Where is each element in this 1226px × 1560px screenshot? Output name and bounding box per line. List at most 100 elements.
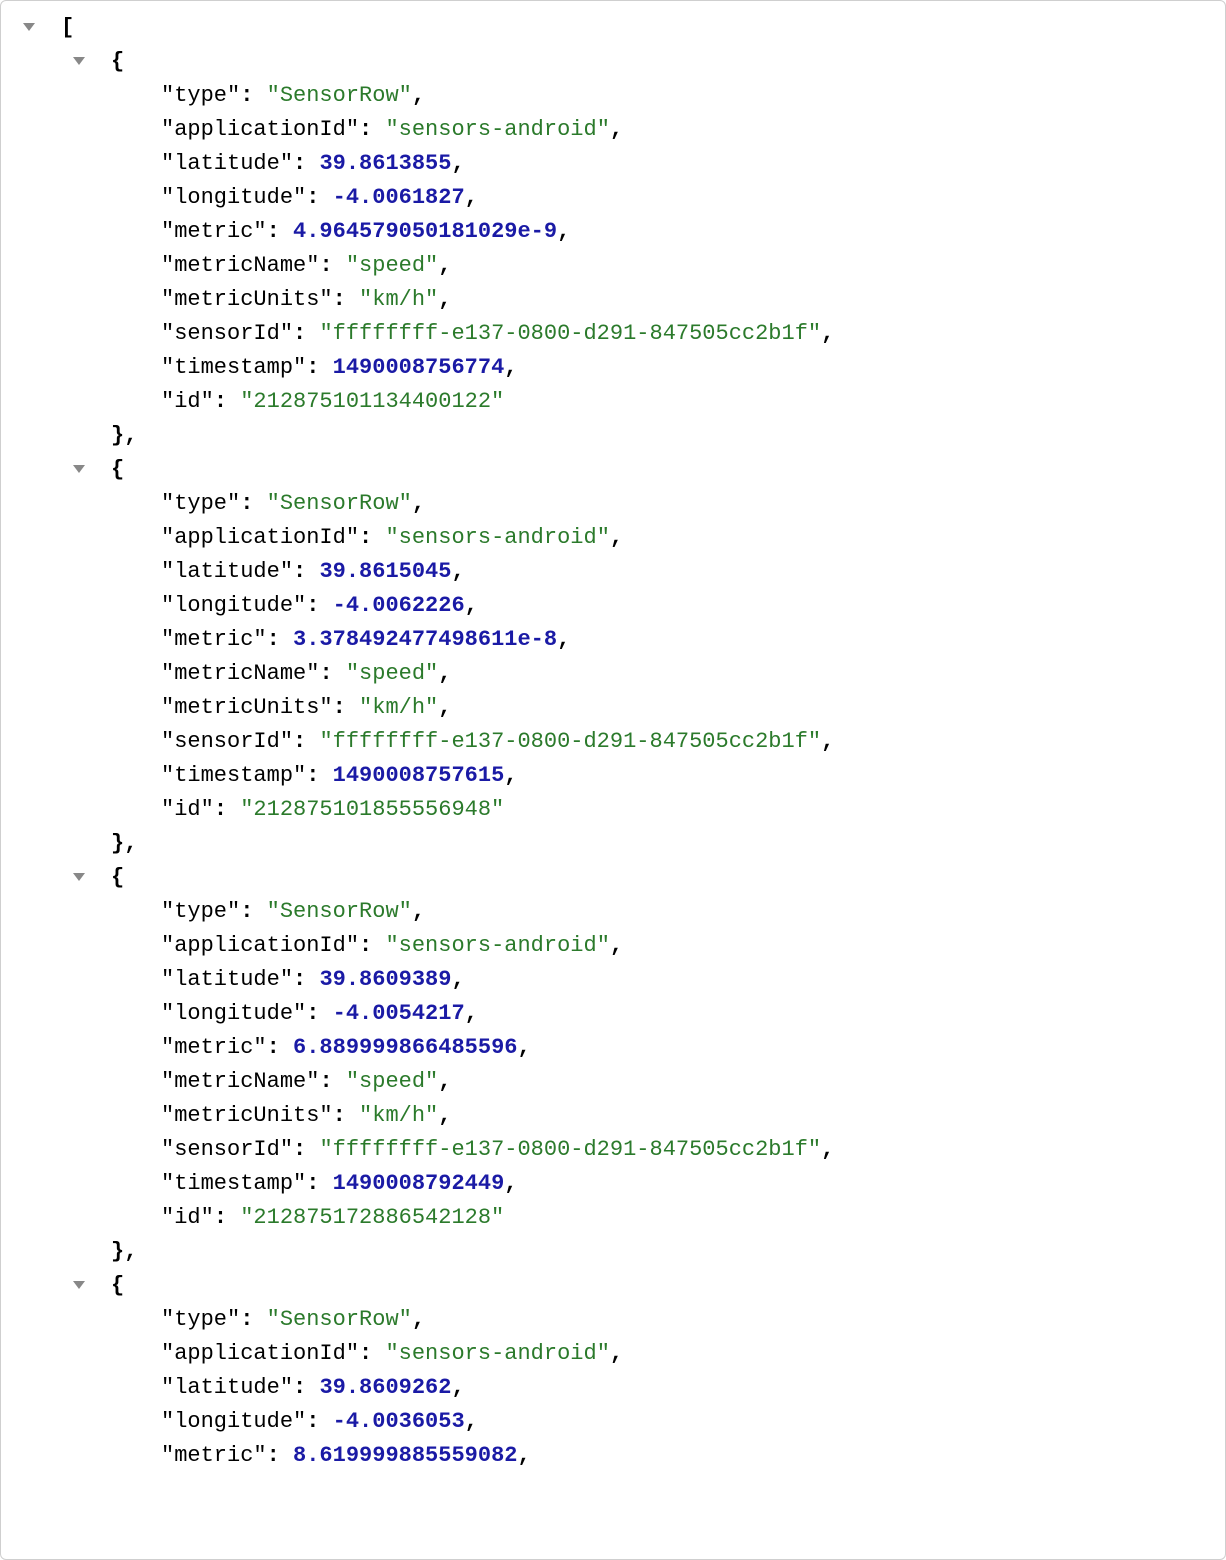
json-key: "type" <box>161 83 240 108</box>
json-sep: : <box>240 1307 266 1332</box>
json-string-value: "sensors-android" <box>385 117 609 142</box>
json-sep: : <box>293 729 319 754</box>
json-sep: : <box>333 695 359 720</box>
json-sep: , <box>438 1103 451 1128</box>
json-line: "applicationId": "sensors-android", <box>1 1337 1225 1371</box>
json-number-value: 1490008756774 <box>333 355 505 380</box>
json-sep: , <box>124 831 137 856</box>
json-sep: , <box>610 525 623 550</box>
json-key: "timestamp" <box>161 763 306 788</box>
json-sep: , <box>465 1409 478 1434</box>
json-sep: : <box>214 797 240 822</box>
json-sep: : <box>293 151 319 176</box>
json-sep: : <box>293 559 319 584</box>
json-line: }, <box>1 1235 1225 1269</box>
json-line: "longitude": -4.0062226, <box>1 589 1225 623</box>
json-sep: , <box>504 763 517 788</box>
json-sep: : <box>293 321 319 346</box>
json-line: { <box>1 861 1225 895</box>
json-string-value: "ffffffff-e137-0800-d291-847505cc2b1f" <box>319 321 821 346</box>
json-number-value: 4.964579050181029e-9 <box>293 219 557 244</box>
json-sep: : <box>293 1375 319 1400</box>
json-key: "id" <box>161 797 214 822</box>
json-line: { <box>1 45 1225 79</box>
json-key: "metricName" <box>161 253 319 278</box>
json-sep: , <box>438 287 451 312</box>
json-punct: } <box>111 423 124 448</box>
json-sep: , <box>438 253 451 278</box>
json-line: "sensorId": "ffffffff-e137-0800-d291-847… <box>1 317 1225 351</box>
json-line: "longitude": -4.0054217, <box>1 997 1225 1031</box>
json-sep: : <box>306 593 332 618</box>
json-sep: : <box>359 1341 385 1366</box>
json-key: "metric" <box>161 627 267 652</box>
json-number-value: 39.8609389 <box>319 967 451 992</box>
json-punct: } <box>111 831 124 856</box>
json-sep: , <box>821 729 834 754</box>
json-key: "longitude" <box>161 1409 306 1434</box>
json-sep: : <box>319 661 345 686</box>
json-punct: { <box>111 49 124 74</box>
json-number-value: 1490008757615 <box>333 763 505 788</box>
json-string-value: "speed" <box>346 1069 438 1094</box>
json-key: "longitude" <box>161 1001 306 1026</box>
json-line: "id": "212875101134400122" <box>1 385 1225 419</box>
expand-toggle-icon[interactable] <box>73 873 85 881</box>
json-string-value: "SensorRow" <box>267 83 412 108</box>
json-key: "applicationId" <box>161 1341 359 1366</box>
json-number-value: 39.8613855 <box>319 151 451 176</box>
json-key: "metricName" <box>161 661 319 686</box>
json-string-value: "ffffffff-e137-0800-d291-847505cc2b1f" <box>319 1137 821 1162</box>
json-sep: , <box>504 355 517 380</box>
json-punct: [ <box>61 15 74 40</box>
json-key: "metricUnits" <box>161 695 333 720</box>
json-line: "metric": 3.378492477498611e-8, <box>1 623 1225 657</box>
json-sep: : <box>306 355 332 380</box>
json-number-value: 39.8609262 <box>319 1375 451 1400</box>
json-line: "latitude": 39.8615045, <box>1 555 1225 589</box>
json-key: "applicationId" <box>161 525 359 550</box>
json-line: "applicationId": "sensors-android", <box>1 521 1225 555</box>
json-sep: , <box>821 321 834 346</box>
json-sep: , <box>438 1069 451 1094</box>
json-string-value: "km/h" <box>359 287 438 312</box>
json-line: { <box>1 1269 1225 1303</box>
json-string-value: "sensors-android" <box>385 933 609 958</box>
json-sep: : <box>267 627 293 652</box>
json-line: "latitude": 39.8613855, <box>1 147 1225 181</box>
json-sep: : <box>319 1069 345 1094</box>
json-key: "metric" <box>161 219 267 244</box>
json-string-value: "212875172886542128" <box>240 1205 504 1230</box>
expand-toggle-icon[interactable] <box>73 57 85 65</box>
expand-toggle-icon[interactable] <box>23 23 35 31</box>
json-line: "metricUnits": "km/h", <box>1 691 1225 725</box>
expand-toggle-icon[interactable] <box>73 465 85 473</box>
json-sep: : <box>333 1103 359 1128</box>
json-line: "sensorId": "ffffffff-e137-0800-d291-847… <box>1 725 1225 759</box>
json-line: }, <box>1 419 1225 453</box>
json-sep: , <box>517 1443 530 1468</box>
json-sep: , <box>557 219 570 244</box>
json-key: "timestamp" <box>161 1171 306 1196</box>
json-key: "applicationId" <box>161 117 359 142</box>
json-key: "sensorId" <box>161 321 293 346</box>
json-line: "metric": 6.889999866485596, <box>1 1031 1225 1065</box>
json-key: "latitude" <box>161 151 293 176</box>
json-sep: , <box>412 83 425 108</box>
json-punct: { <box>111 865 124 890</box>
json-punct: { <box>111 1273 124 1298</box>
json-key: "id" <box>161 389 214 414</box>
json-line: "applicationId": "sensors-android", <box>1 113 1225 147</box>
json-line: "metricName": "speed", <box>1 249 1225 283</box>
json-key: "type" <box>161 899 240 924</box>
json-line: [ <box>1 11 1225 45</box>
json-key: "latitude" <box>161 559 293 584</box>
json-string-value: "212875101134400122" <box>240 389 504 414</box>
json-sep: : <box>359 933 385 958</box>
json-string-value: "SensorRow" <box>267 1307 412 1332</box>
json-sep: : <box>240 83 266 108</box>
json-number-value: 1490008792449 <box>333 1171 505 1196</box>
json-string-value: "speed" <box>346 253 438 278</box>
json-sep: : <box>267 219 293 244</box>
expand-toggle-icon[interactable] <box>73 1281 85 1289</box>
